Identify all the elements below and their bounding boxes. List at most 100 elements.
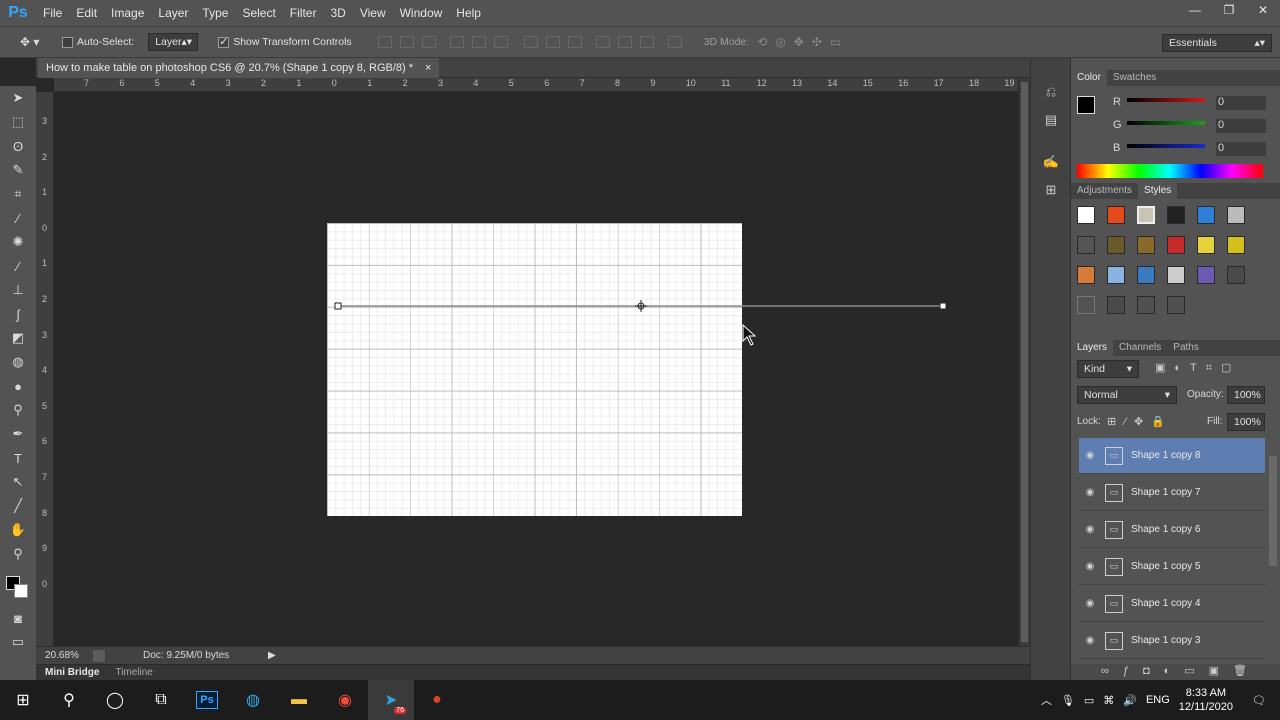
properties-panel-icon[interactable]: ▤ bbox=[1031, 106, 1071, 134]
close-tab-icon[interactable]: × bbox=[425, 58, 431, 78]
align-left-icon[interactable] bbox=[449, 36, 464, 48]
distribute-left-icon[interactable] bbox=[595, 36, 610, 48]
background-color[interactable] bbox=[14, 584, 28, 598]
healing-brush-tool-icon[interactable]: ✺ bbox=[0, 230, 36, 254]
marquee-tool-icon[interactable]: ⬚ bbox=[0, 110, 36, 134]
distribute-hcenter-icon[interactable] bbox=[617, 36, 632, 48]
align-top-icon[interactable] bbox=[377, 36, 392, 48]
auto-select-dropdown[interactable]: Layer ▴▾ bbox=[148, 33, 199, 51]
style-swatch[interactable] bbox=[1197, 236, 1215, 254]
minimize-button[interactable]: — bbox=[1178, 0, 1212, 20]
visibility-eye-icon[interactable]: ◉ bbox=[1079, 635, 1101, 646]
brush-presets-icon[interactable]: ⊞ bbox=[1031, 176, 1071, 204]
reference-point-icon[interactable] bbox=[635, 300, 647, 312]
edge-icon[interactable]: ◍ bbox=[230, 680, 276, 720]
lock-icons[interactable]: ⊞∕✥🔒 bbox=[1107, 415, 1173, 428]
align-right-icon[interactable] bbox=[493, 36, 508, 48]
style-swatch[interactable] bbox=[1167, 266, 1185, 284]
search-icon[interactable]: ⚲ bbox=[46, 680, 92, 720]
tab-swatches[interactable]: Swatches bbox=[1107, 70, 1162, 86]
distribute-bottom-icon[interactable] bbox=[567, 36, 582, 48]
line-tool-icon[interactable]: ╱ bbox=[0, 494, 36, 518]
style-swatch[interactable] bbox=[1227, 266, 1245, 284]
distribute-right-icon[interactable] bbox=[639, 36, 654, 48]
style-swatch[interactable] bbox=[1077, 296, 1095, 314]
photoshop-taskbar-icon[interactable]: Ps bbox=[184, 680, 230, 720]
notification-icon[interactable]: 🗨 bbox=[1252, 694, 1266, 707]
color-fg-swatch[interactable] bbox=[1077, 96, 1095, 114]
zoom-tool-icon[interactable]: ⚲ bbox=[0, 542, 36, 566]
style-swatch[interactable] bbox=[1197, 206, 1215, 224]
quick-mask-icon[interactable]: ◙ bbox=[0, 606, 36, 630]
color-spectrum[interactable] bbox=[1077, 164, 1263, 178]
layer-row[interactable]: ◉ ▭ Shape 1 copy 7 bbox=[1079, 475, 1265, 511]
tab-mini-bridge[interactable]: Mini Bridge bbox=[45, 667, 99, 678]
layer-row[interactable]: ◉ ▭ Shape 1 copy 3 bbox=[1079, 623, 1265, 659]
distribute-vcenter-icon[interactable] bbox=[545, 36, 560, 48]
layers-footer-icons[interactable]: ∞ƒ◘◐▭▣🗑 bbox=[1071, 664, 1280, 680]
tab-adjustments[interactable]: Adjustments bbox=[1071, 183, 1138, 199]
style-swatch[interactable] bbox=[1227, 206, 1245, 224]
style-swatch[interactable] bbox=[1167, 206, 1185, 224]
style-swatch[interactable] bbox=[1137, 266, 1155, 284]
style-none[interactable] bbox=[1077, 206, 1095, 224]
microphone-icon[interactable]: 🎙 bbox=[1061, 694, 1075, 707]
menu-layer[interactable]: Layer bbox=[151, 0, 195, 26]
tab-timeline[interactable]: Timeline bbox=[115, 667, 152, 678]
brush-panel-icon[interactable]: ✍ bbox=[1031, 148, 1071, 176]
style-swatch[interactable] bbox=[1107, 296, 1125, 314]
layers-scrollbar[interactable] bbox=[1269, 456, 1277, 566]
move-tool-preset-icon[interactable]: ✥ ▾ bbox=[20, 35, 50, 49]
selected-line-shape[interactable] bbox=[54, 92, 1018, 646]
style-swatch[interactable] bbox=[1167, 236, 1185, 254]
b-value[interactable]: 0 bbox=[1216, 142, 1266, 156]
file-explorer-icon[interactable]: ▬ bbox=[276, 680, 322, 720]
layer-kind-filter[interactable]: Kind ▾ bbox=[1077, 360, 1139, 378]
layer-row[interactable]: ◉ ▭ Shape 1 copy 4 bbox=[1079, 586, 1265, 622]
close-button[interactable]: ✕ bbox=[1246, 0, 1280, 20]
auto-select-checkbox[interactable] bbox=[62, 36, 77, 48]
status-menu-arrow-icon[interactable]: ▶ bbox=[268, 650, 276, 661]
path-selection-tool-icon[interactable]: ↖ bbox=[0, 470, 36, 494]
r-value[interactable]: 0 bbox=[1216, 96, 1266, 110]
style-swatch[interactable] bbox=[1137, 206, 1155, 224]
hand-tool-icon[interactable]: ✋ bbox=[0, 518, 36, 542]
windows-start-icon[interactable]: ⊞ bbox=[0, 680, 46, 720]
menu-file[interactable]: File bbox=[36, 0, 69, 26]
move-tool-icon[interactable]: ➤ bbox=[0, 86, 36, 110]
history-brush-tool-icon[interactable]: ∫ bbox=[0, 302, 36, 326]
blend-mode-dropdown[interactable]: Normal ▾ bbox=[1077, 386, 1177, 404]
style-swatch[interactable] bbox=[1107, 236, 1125, 254]
anchor-left[interactable] bbox=[334, 302, 342, 310]
task-view-icon[interactable]: ⧉ bbox=[138, 680, 184, 720]
g-slider[interactable] bbox=[1127, 121, 1205, 125]
blur-tool-icon[interactable]: ● bbox=[0, 374, 36, 398]
dodge-tool-icon[interactable]: ⚲ bbox=[0, 398, 36, 422]
chrome-icon[interactable]: ◉ bbox=[322, 680, 368, 720]
color-swatches[interactable] bbox=[0, 566, 36, 606]
telegram-icon[interactable]: ➤ 76 bbox=[368, 680, 414, 720]
layer-filter-icons[interactable]: ▣◐T⌗▢ bbox=[1155, 361, 1240, 375]
menu-image[interactable]: Image bbox=[104, 0, 151, 26]
type-tool-icon[interactable]: T bbox=[0, 446, 36, 470]
layer-row[interactable]: ◉ ▭ Shape 1 copy 6 bbox=[1079, 512, 1265, 548]
style-swatch[interactable] bbox=[1107, 266, 1125, 284]
align-hcenter-icon[interactable] bbox=[471, 36, 486, 48]
paint-bucket-tool-icon[interactable]: ◍ bbox=[0, 350, 36, 374]
scrollbar-thumb[interactable] bbox=[1021, 82, 1028, 642]
tab-color[interactable]: Color bbox=[1071, 70, 1107, 86]
menu-view[interactable]: View bbox=[353, 0, 393, 26]
chevron-up-icon[interactable]: ︿ bbox=[1041, 692, 1052, 708]
vertical-scrollbar[interactable] bbox=[1018, 78, 1030, 646]
style-swatch[interactable] bbox=[1137, 236, 1155, 254]
quick-select-tool-icon[interactable]: ✎ bbox=[0, 158, 36, 182]
style-swatch[interactable] bbox=[1107, 206, 1125, 224]
opacity-field[interactable]: 100% bbox=[1227, 386, 1265, 404]
style-swatch[interactable] bbox=[1167, 296, 1185, 314]
powerpoint-icon[interactable]: ● bbox=[414, 680, 460, 720]
pen-tool-icon[interactable]: ✒ bbox=[0, 422, 36, 446]
show-transform-checkbox[interactable] bbox=[218, 35, 233, 48]
style-swatch[interactable] bbox=[1227, 236, 1245, 254]
menu-filter[interactable]: Filter bbox=[283, 0, 324, 26]
eyedropper-tool-icon[interactable]: ⁄ bbox=[0, 206, 36, 230]
